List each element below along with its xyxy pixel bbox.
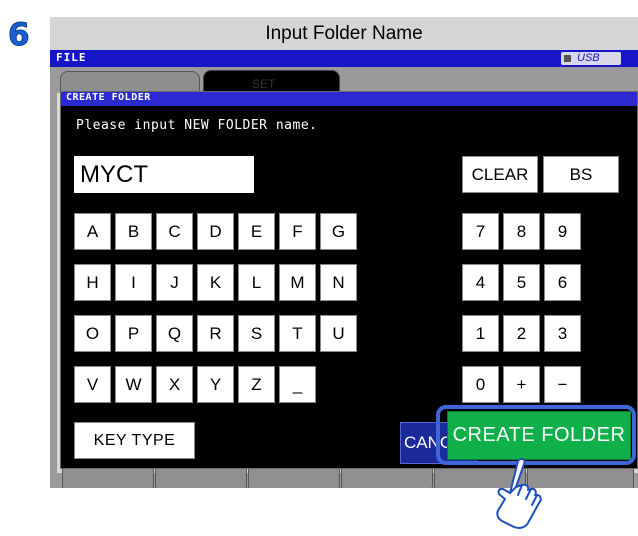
pointing-hand-icon	[496, 457, 542, 529]
key-q[interactable]: Q	[156, 315, 193, 352]
key-6[interactable]: 6	[544, 264, 581, 301]
usb-indicator: USB	[561, 52, 621, 65]
key-4[interactable]: 4	[462, 264, 499, 301]
file-label: FILE	[56, 51, 87, 64]
key-v[interactable]: V	[74, 366, 111, 403]
key-3[interactable]: 3	[544, 315, 581, 352]
key-7[interactable]: 7	[462, 213, 499, 250]
key-5[interactable]: 5	[503, 264, 540, 301]
folder-name-input[interactable]: MYCT	[74, 156, 254, 193]
key-c[interactable]: C	[156, 213, 193, 250]
bottom-tab-1[interactable]	[62, 468, 154, 488]
key-x[interactable]: X	[156, 366, 193, 403]
key-t[interactable]: T	[279, 315, 316, 352]
key-plus[interactable]: +	[503, 366, 540, 403]
key-0[interactable]: 0	[462, 366, 499, 403]
key-z[interactable]: Z	[238, 366, 275, 403]
key-p[interactable]: P	[115, 315, 152, 352]
key-l[interactable]: L	[238, 264, 275, 301]
key-s[interactable]: S	[238, 315, 275, 352]
bottom-tab-2[interactable]	[155, 468, 247, 488]
key-1[interactable]: 1	[462, 315, 499, 352]
key-minus[interactable]: −	[544, 366, 581, 403]
key-d[interactable]: D	[197, 213, 234, 250]
key-underscore[interactable]: _	[279, 366, 316, 403]
key-h[interactable]: H	[74, 264, 111, 301]
backspace-key[interactable]: BS	[543, 156, 619, 193]
usb-icon	[564, 55, 571, 62]
key-j[interactable]: J	[156, 264, 193, 301]
key-i[interactable]: I	[115, 264, 152, 301]
key-f[interactable]: F	[279, 213, 316, 250]
dialog-title: CREATE FOLDER	[66, 92, 151, 103]
tab-set-label: SET	[252, 77, 276, 91]
key-m[interactable]: M	[279, 264, 316, 301]
key-u[interactable]: U	[320, 315, 357, 352]
dialog-header: CREATE FOLDER	[61, 92, 637, 106]
key-2[interactable]: 2	[503, 315, 540, 352]
dialog-prompt: Please input NEW FOLDER name.	[76, 118, 318, 133]
key-9[interactable]: 9	[544, 213, 581, 250]
key-o[interactable]: O	[74, 315, 111, 352]
key-b[interactable]: B	[115, 213, 152, 250]
bottom-tab-3[interactable]	[248, 468, 340, 488]
key-w[interactable]: W	[115, 366, 152, 403]
key-n[interactable]: N	[320, 264, 357, 301]
key-r[interactable]: R	[197, 315, 234, 352]
key-8[interactable]: 8	[503, 213, 540, 250]
key-g[interactable]: G	[320, 213, 357, 250]
bottom-tab-4[interactable]	[341, 468, 433, 488]
key-k[interactable]: K	[197, 264, 234, 301]
status-bar: FILE USB	[50, 50, 638, 67]
clear-key[interactable]: CLEAR	[462, 156, 538, 193]
key-type-button[interactable]: KEY TYPE	[74, 422, 195, 459]
key-y[interactable]: Y	[197, 366, 234, 403]
key-a[interactable]: A	[74, 213, 111, 250]
step-number: 6	[8, 17, 31, 53]
key-e[interactable]: E	[238, 213, 275, 250]
usb-label: USB	[577, 52, 600, 64]
create-folder-button[interactable]: CREATE FOLDER	[447, 411, 631, 460]
page-title: Input Folder Name	[50, 17, 638, 50]
